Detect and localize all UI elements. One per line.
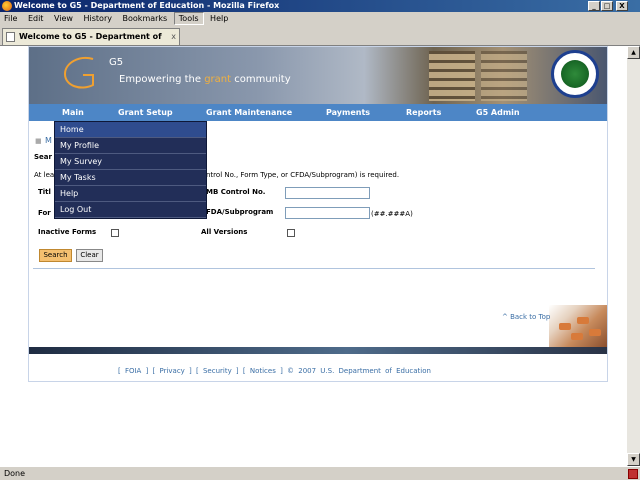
vertical-scrollbar[interactable]: ▲ ▼ <box>627 46 640 466</box>
scroll-up-icon[interactable]: ▲ <box>627 46 640 59</box>
window-titlebar: Welcome to G5 - Department of Education … <box>0 0 640 12</box>
menu-item-my-survey[interactable]: My Survey <box>55 154 206 170</box>
menu-item-home[interactable]: Home <box>55 122 206 138</box>
bullet-icon: ■ <box>35 137 42 145</box>
menu-history[interactable]: History <box>80 12 116 25</box>
hint-text: ntrol No., Form Type, or CFDA/Subprogram… <box>206 171 400 179</box>
content-viewport: G5 Empowering the grant community Main G… <box>0 46 627 466</box>
inactive-forms-label: Inactive Forms <box>38 228 97 236</box>
omb-control-label: MB Control No. <box>206 188 266 196</box>
footer-links[interactable]: [ FOIA ] [ Privacy ] [ Security ] [ Noti… <box>118 367 431 375</box>
minimize-button[interactable]: _ <box>588 1 600 11</box>
bottom-banner-strip <box>29 347 607 354</box>
cfda-input[interactable] <box>285 207 370 219</box>
all-versions-checkbox[interactable] <box>287 229 295 237</box>
all-versions-label: All Versions <box>201 228 248 236</box>
menu-bookmarks[interactable]: Bookmarks <box>119 12 172 25</box>
status-icon <box>628 469 638 479</box>
tab-close-icon[interactable]: x <box>171 29 176 45</box>
menu-help[interactable]: Help <box>206 12 232 25</box>
cfda-format-hint: (##.###A) <box>371 210 413 218</box>
menu-file[interactable]: File <box>0 12 21 25</box>
banner-bookshelf-image <box>481 51 527 101</box>
nav-payments[interactable]: Payments <box>326 104 370 121</box>
hint-text-left: At lea <box>34 171 55 179</box>
firefox-icon <box>2 1 12 11</box>
scroll-down-icon[interactable]: ▼ <box>627 453 640 466</box>
nav-reports[interactable]: Reports <box>406 104 441 121</box>
nav-main[interactable]: Main <box>62 104 84 121</box>
main-navigation: Main Grant Setup Grant Maintenance Payme… <box>29 104 607 121</box>
menu-view[interactable]: View <box>50 12 77 25</box>
inactive-forms-checkbox[interactable] <box>111 229 119 237</box>
window-title: Welcome to G5 - Department of Education … <box>14 1 280 10</box>
classroom-decoration-image <box>549 305 607 347</box>
svg-text:G5: G5 <box>109 57 123 68</box>
form-type-label: For <box>38 209 51 217</box>
page-container: G5 Empowering the grant community Main G… <box>28 46 608 382</box>
tagline-pre: Empowering the <box>119 74 205 85</box>
tagline-post: community <box>231 74 291 85</box>
tagline-highlight: grant <box>204 74 232 85</box>
back-to-top-link[interactable]: ^ Back to Top <box>502 313 550 321</box>
menu-tools[interactable]: Tools <box>173 12 204 25</box>
cfda-label: FDA/Subprogram <box>206 208 274 216</box>
menu-bar: File Edit View History Bookmarks Tools H… <box>0 12 640 25</box>
maximize-button[interactable]: □ <box>601 1 613 11</box>
main-dropdown-menu: Home My Profile My Survey My Tasks Help … <box>54 121 207 219</box>
status-bar: Done <box>0 466 640 480</box>
nav-grant-setup[interactable]: Grant Setup <box>118 104 173 121</box>
browser-tab[interactable]: Welcome to G5 - Department of Edu... x <box>2 28 180 57</box>
search-button[interactable]: Search <box>39 249 72 262</box>
banner: G5 Empowering the grant community <box>29 47 607 104</box>
close-button[interactable]: X <box>616 1 628 11</box>
menu-item-my-profile[interactable]: My Profile <box>55 138 206 154</box>
department-of-education-seal-icon <box>551 50 599 98</box>
search-section-partial: Sear <box>34 153 52 161</box>
g5-logo: G5 <box>63 57 123 89</box>
status-text: Done <box>4 469 26 478</box>
menu-edit[interactable]: Edit <box>24 12 48 25</box>
page-heading-partial: M <box>45 136 52 145</box>
clear-button[interactable]: Clear <box>76 249 103 262</box>
omb-control-input[interactable] <box>285 187 370 199</box>
page-icon <box>6 32 15 42</box>
nav-grant-maintenance[interactable]: Grant Maintenance <box>206 104 292 121</box>
menu-item-my-tasks[interactable]: My Tasks <box>55 170 206 186</box>
nav-g5-admin[interactable]: G5 Admin <box>476 104 520 121</box>
banner-bookshelf-image <box>429 51 475 101</box>
menu-item-help[interactable]: Help <box>55 186 206 202</box>
tagline: Empowering the grant community <box>119 74 291 85</box>
title-label: Titl <box>38 188 51 196</box>
menu-item-log-out[interactable]: Log Out <box>55 202 206 218</box>
tab-bar: Welcome to G5 - Department of Edu... x <box>0 25 640 57</box>
section-divider <box>33 268 595 269</box>
